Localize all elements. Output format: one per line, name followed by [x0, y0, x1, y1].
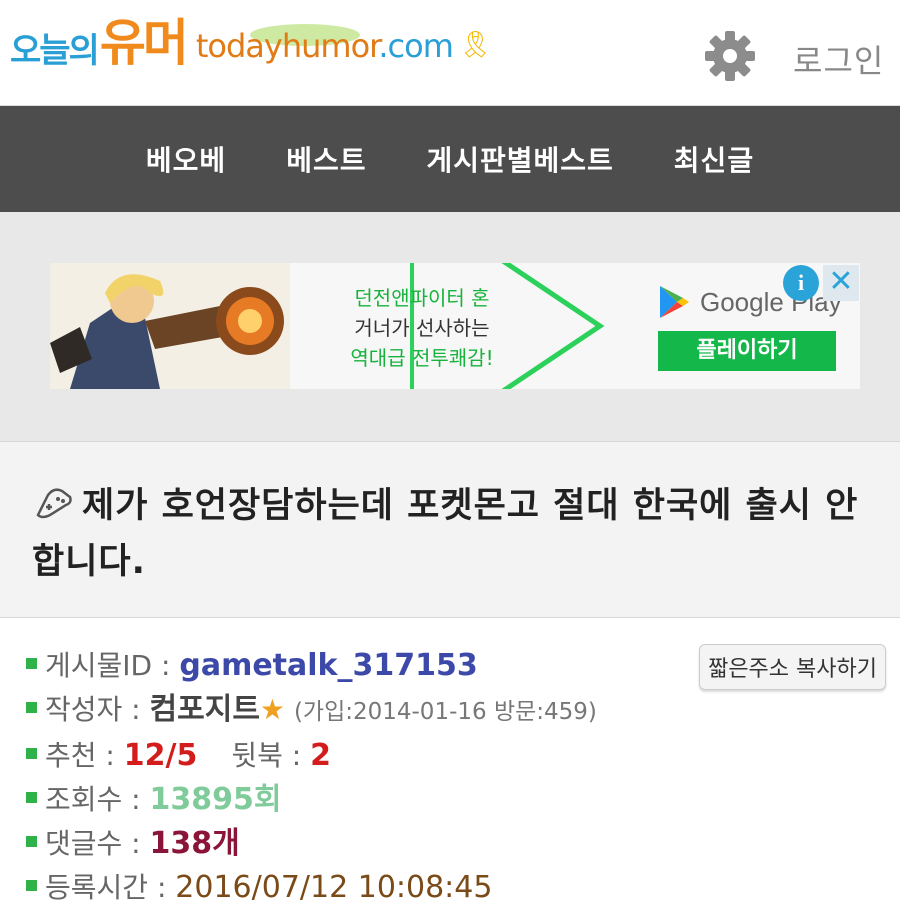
info-row-date: 등록시간 : 2016/07/12 10:08:45 [26, 866, 900, 910]
post-title: 제가 호언장담하는데 포켓몬고 절대 한국에 출시 안합니다. [32, 478, 870, 590]
info-row-views: 조회수 : 13895회 [26, 778, 900, 822]
author-name[interactable]: 컴포지트 [150, 692, 260, 727]
downvote-value: 2 [310, 738, 331, 773]
views-value: 13895회 [149, 782, 282, 817]
gear-icon[interactable] [704, 30, 756, 82]
ad-character-image [50, 263, 290, 389]
downvote-label: 뒷북 : [231, 739, 311, 772]
bullet-icon [26, 658, 37, 669]
ad-copy-line3: 역대급 전투쾌감! [350, 346, 494, 370]
date-label: 등록시간 : [45, 871, 176, 904]
main-nav: 베오베 베스트 게시판별베스트 최신글 [0, 106, 900, 212]
ad-info-icon[interactable]: i [783, 265, 819, 301]
ad-copy-line2: 거너가 선사하는 [354, 316, 490, 340]
game-controller-icon [36, 488, 72, 519]
google-play-text: Google Play [700, 286, 842, 317]
bullet-icon [26, 792, 37, 803]
ad-area: 던전앤파이터 혼 거너가 선사하는 역대급 전투쾌감! Google Play … [0, 212, 900, 442]
logo-en-tld: .com [378, 27, 454, 65]
author-meta: (가입:2014-01-16 방문:459) [293, 699, 597, 725]
info-row-comments: 댓글수 : 138개 [26, 822, 900, 866]
recommend-label: 추천 : [45, 739, 124, 772]
comments-value: 138개 [149, 826, 240, 861]
author-label: 작성자 : [45, 693, 150, 726]
site-header: 오늘의 유머 todayhumor.com 🎗 로그인 [0, 0, 900, 106]
copy-short-url-button[interactable]: 짧은주소 복사하기 [699, 644, 886, 690]
bullet-icon [26, 836, 37, 847]
logo-en-main: todayhumor [195, 27, 380, 65]
ad-copy-line1: 던전앤파이터 혼 [354, 286, 490, 310]
info-row-author: 작성자 : 컴포지트★ (가입:2014-01-16 방문:459) [26, 688, 900, 734]
post-title-area: 제가 호언장담하는데 포켓몬고 절대 한국에 출시 안합니다. [0, 442, 900, 618]
logo-kr-small: 오늘의 [10, 31, 100, 71]
logo-kr-big: 유머 [99, 14, 189, 72]
bullet-icon [26, 880, 37, 891]
ad-banner[interactable]: 던전앤파이터 혼 거너가 선사하는 역대급 전투쾌감! Google Play … [50, 263, 860, 389]
info-row-recommend: 추천 : 12/5 뒷북 : 2 [26, 734, 900, 778]
nav-item-best[interactable]: 베스트 [256, 139, 396, 179]
id-label: 게시물ID : [45, 649, 180, 682]
site-logo[interactable]: 오늘의 유머 todayhumor.com 🎗 [10, 18, 492, 68]
post-info: 게시물ID : gametalk_317153 작성자 : 컴포지트★ (가입:… [0, 618, 900, 910]
logo-en: todayhumor.com [195, 27, 454, 65]
post-id-value: gametalk_317153 [179, 648, 478, 683]
bullet-icon [26, 748, 37, 759]
ad-play-button[interactable]: 플레이하기 [658, 331, 836, 371]
date-value: 2016/07/12 10:08:45 [175, 870, 493, 905]
views-label: 조회수 : [45, 783, 150, 816]
nav-item-latest[interactable]: 최신글 [644, 139, 784, 179]
author-star-icon: ★ [259, 693, 286, 726]
login-link[interactable]: 로그인 [793, 36, 884, 82]
ad-close-icon[interactable]: ✕ [823, 265, 859, 301]
post-title-text: 제가 호언장담하는데 포켓몬고 절대 한국에 출시 안합니다. [32, 486, 859, 582]
nav-item-beobe[interactable]: 베오베 [116, 139, 256, 179]
recommend-value: 12/5 [123, 738, 198, 773]
nav-item-board-best[interactable]: 게시판별베스트 [396, 139, 643, 179]
play-store-icon [660, 286, 689, 318]
ribbon-icon: 🎗 [458, 30, 492, 60]
comments-label: 댓글수 : [45, 827, 150, 860]
bullet-icon [26, 702, 37, 713]
ad-copy: 던전앤파이터 혼 거너가 선사하는 역대급 전투쾌감! [342, 283, 502, 373]
